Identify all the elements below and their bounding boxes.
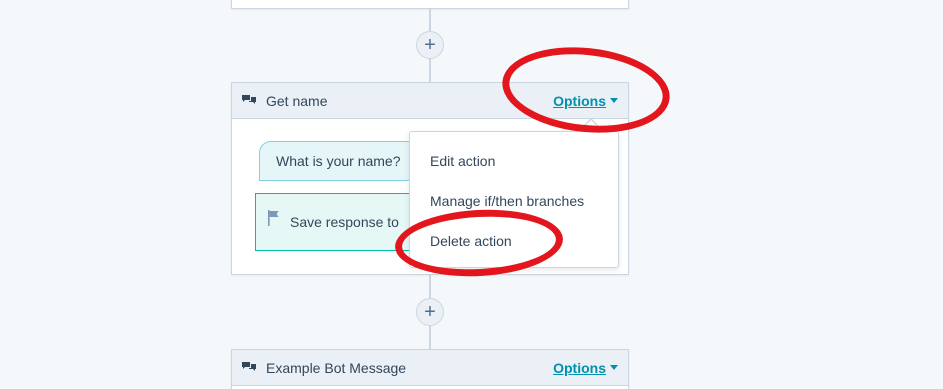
card-header: Get name Options: [232, 83, 628, 119]
save-response-box: Save response to: [255, 193, 420, 251]
plus-icon: +: [424, 34, 436, 56]
options-dropdown-button[interactable]: Options: [553, 93, 618, 109]
add-action-button[interactable]: +: [416, 298, 444, 326]
chat-bubbles-icon: [242, 94, 258, 108]
options-dropdown-button[interactable]: Options: [553, 360, 618, 376]
options-label: Options: [553, 359, 606, 376]
bot-message-bubble: What is your name?: [259, 141, 419, 181]
bot-message-text: What is your name?: [276, 153, 401, 169]
menu-item-manage-branches[interactable]: Manage if/then branches: [430, 193, 584, 209]
add-action-button[interactable]: +: [416, 31, 444, 59]
previous-action-card: [231, 0, 629, 9]
menu-item-edit-action[interactable]: Edit action: [430, 153, 495, 169]
chat-bubbles-icon: [242, 361, 258, 375]
options-label: Options: [553, 92, 606, 109]
save-response-text: Save response to: [290, 214, 399, 230]
workflow-canvas: + + Get name Options What is your name?: [0, 0, 943, 389]
menu-item-delete-action[interactable]: Delete action: [430, 233, 512, 249]
dropdown-pointer-fill: [579, 120, 603, 132]
card-header: Example Bot Message Options: [232, 350, 628, 386]
plus-icon: +: [424, 301, 436, 323]
card-title: Example Bot Message: [266, 359, 407, 376]
options-dropdown-menu: Edit action Manage if/then branches Dele…: [409, 131, 619, 268]
flag-icon: [268, 210, 280, 226]
example-bot-message-card: Example Bot Message Options: [231, 349, 629, 389]
chevron-down-icon: [610, 98, 618, 103]
chevron-down-icon: [610, 365, 618, 370]
card-title: Get name: [266, 92, 328, 109]
